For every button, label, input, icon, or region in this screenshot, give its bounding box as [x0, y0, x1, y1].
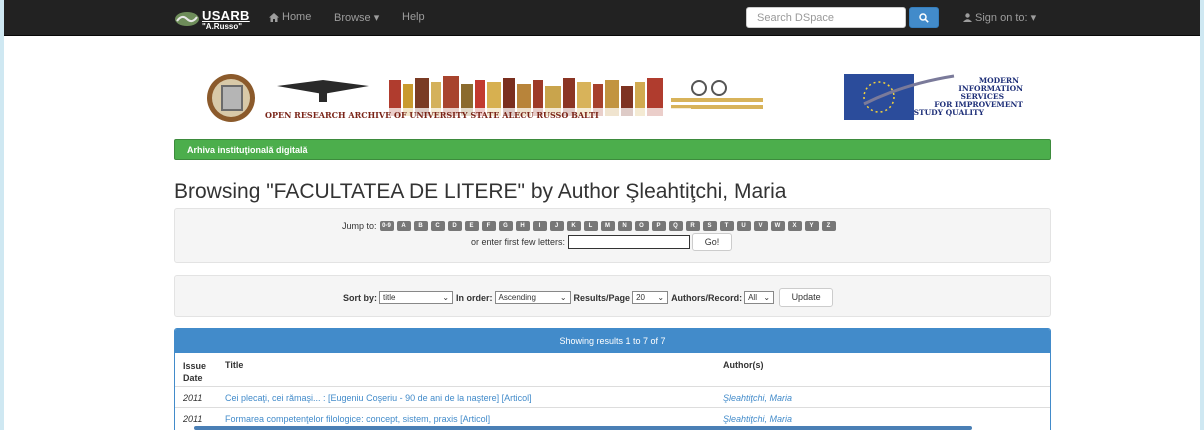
jump-button[interactable]: U — [736, 221, 751, 231]
jump-button[interactable]: V — [753, 221, 768, 231]
authors-per-record-label: Authors/Record: — [671, 292, 743, 303]
caret-down-icon: ▾ — [373, 12, 380, 24]
column-header-authors: Author(s) — [723, 360, 764, 370]
search-input[interactable] — [746, 7, 906, 28]
open-research-archive-banner: OPEN RESEARCH ARCHIVE OF UNIVERSITY STAT… — [207, 74, 763, 122]
results-per-page-select[interactable]: 20 ⌄ — [632, 291, 669, 304]
jump-button[interactable]: N — [617, 221, 632, 231]
order-value: Ascending — [498, 293, 536, 302]
banner-left-text: OPEN RESEARCH ARCHIVE OF UNIVERSITY STAT… — [265, 110, 599, 120]
jump-button[interactable]: F — [481, 221, 496, 231]
navbar: USARB "A.Russo" Home Browse ▾ Help Searc… — [4, 0, 1200, 36]
results-per-page-label: Results/Page — [573, 292, 631, 303]
authors-per-record-select[interactable]: All ⌄ — [744, 291, 775, 304]
order-label: In order: — [456, 292, 493, 303]
jump-letters-row: Jump to: 0-9 A B C D E F G H I J K L M N… — [342, 221, 839, 231]
chevron-down-icon: ⌄ — [657, 293, 665, 302]
chevron-down-icon: ⌄ — [763, 293, 771, 302]
jump-button[interactable]: I — [532, 221, 547, 231]
jump-button[interactable]: S — [702, 221, 717, 231]
breadcrumb: Arhiva instituţională digitală — [174, 139, 1051, 160]
nav-browse[interactable]: Browse ▾ — [334, 11, 379, 24]
jump-button[interactable]: R — [685, 221, 700, 231]
results-panel: Showing results 1 to 7 of 7 Issue Date T… — [174, 328, 1051, 430]
item-title-link[interactable]: Formarea competenţelor filologice: conce… — [225, 414, 490, 424]
chevron-down-icon: ⌄ — [559, 293, 567, 302]
search-icon — [919, 12, 929, 23]
order-select[interactable]: Ascending ⌄ — [494, 291, 571, 304]
jump-button[interactable]: H — [515, 221, 530, 231]
modern-information-services-banner: MODERN INFORMATION SERVICES FOR IMPROVEM… — [844, 74, 1023, 120]
go-button[interactable]: Go! — [692, 233, 733, 251]
brand-link[interactable]: USARB "A.Russo" — [174, 8, 250, 30]
jump-button[interactable]: B — [413, 221, 428, 231]
jump-button[interactable]: J — [549, 221, 564, 231]
jump-button[interactable]: L — [583, 221, 598, 231]
home-icon — [269, 12, 279, 22]
banner-right-line-5: STUDY QUALITY — [914, 108, 985, 117]
jump-label: Jump to: — [342, 221, 377, 231]
brand-title: USARB — [202, 7, 250, 23]
jump-button[interactable]: A — [396, 221, 411, 231]
chevron-down-icon: ⌄ — [442, 293, 450, 302]
cell-issue-date: 2011 — [183, 393, 203, 403]
jump-button[interactable]: P — [651, 221, 666, 231]
jump-button[interactable]: C — [430, 221, 445, 231]
breadcrumb-link[interactable]: Arhiva instituţională digitală — [187, 145, 308, 155]
table-row: 2011 Formarea competenţelor filologice: … — [175, 407, 1050, 428]
jump-button[interactable]: Y — [804, 221, 819, 231]
author-link[interactable]: Şleahtiţchi, Maria — [723, 414, 792, 424]
results-per-page-value: 20 — [636, 293, 645, 302]
column-header-issue-date: Issue Date — [183, 361, 207, 383]
nav-browse-label: Browse — [334, 12, 371, 24]
table-row: 2011 Cei plecaţi, cei rămaşi... : [Eugen… — [175, 386, 1050, 407]
brand-subtitle: "A.Russo" — [202, 21, 243, 31]
jump-button[interactable]: X — [787, 221, 802, 231]
jump-button[interactable]: E — [464, 221, 479, 231]
sort-options-row: Sort by: title ⌄ In order: Ascending ⌄ R… — [343, 288, 834, 307]
bottom-overlay-bar — [194, 426, 972, 430]
jump-button[interactable]: D — [447, 221, 462, 231]
jump-button[interactable]: O — [634, 221, 649, 231]
jump-button[interactable]: K — [566, 221, 581, 231]
page-title: Browsing "FACULTATEA DE LITERE" by Autho… — [174, 180, 787, 203]
sort-options-panel: Sort by: title ⌄ In order: Ascending ⌄ R… — [174, 275, 1051, 317]
jump-button[interactable]: Z — [821, 221, 836, 231]
column-header-title: Title — [225, 360, 244, 370]
first-letters-input[interactable] — [568, 235, 691, 249]
user-icon — [963, 13, 972, 22]
update-button[interactable]: Update — [779, 288, 834, 307]
nav-signin-label: Sign on to: — [975, 11, 1028, 24]
nav-home[interactable]: Home — [269, 11, 311, 23]
first-letters-row: or enter first few letters: Go! — [471, 233, 733, 251]
nav-signin[interactable]: Sign on to: ▾ — [963, 11, 1036, 24]
search-button[interactable] — [909, 7, 939, 28]
jump-to-panel: Jump to: 0-9 A B C D E F G H I J K L M N… — [174, 208, 1051, 263]
authors-per-record-value: All — [748, 293, 757, 302]
sort-by-label: Sort by: — [343, 292, 378, 303]
page: USARB "A.Russo" Home Browse ▾ Help Searc… — [4, 0, 1200, 430]
author-link[interactable]: Şleahtiţchi, Maria — [723, 393, 792, 403]
sort-by-select[interactable]: title ⌄ — [379, 291, 454, 304]
jump-button[interactable]: M — [600, 221, 615, 231]
cell-issue-date: 2011 — [183, 414, 203, 424]
sort-by-value: title — [383, 293, 396, 302]
jump-button[interactable]: Q — [668, 221, 683, 231]
jump-button[interactable]: W — [770, 221, 785, 231]
usarb-logo-icon — [175, 12, 199, 26]
jump-button[interactable]: G — [498, 221, 513, 231]
first-letters-label: or enter first few letters: — [471, 237, 566, 247]
jump-button[interactable]: 0-9 — [379, 221, 394, 231]
nav-help[interactable]: Help — [402, 11, 425, 23]
item-title-link[interactable]: Cei plecaţi, cei rămaşi... : [Eugeniu Co… — [225, 393, 532, 403]
nav-home-label: Home — [282, 11, 312, 23]
jump-button[interactable]: T — [719, 221, 734, 231]
caret-down-icon: ▾ — [1030, 12, 1037, 24]
results-summary: Showing results 1 to 7 of 7 — [175, 329, 1050, 353]
